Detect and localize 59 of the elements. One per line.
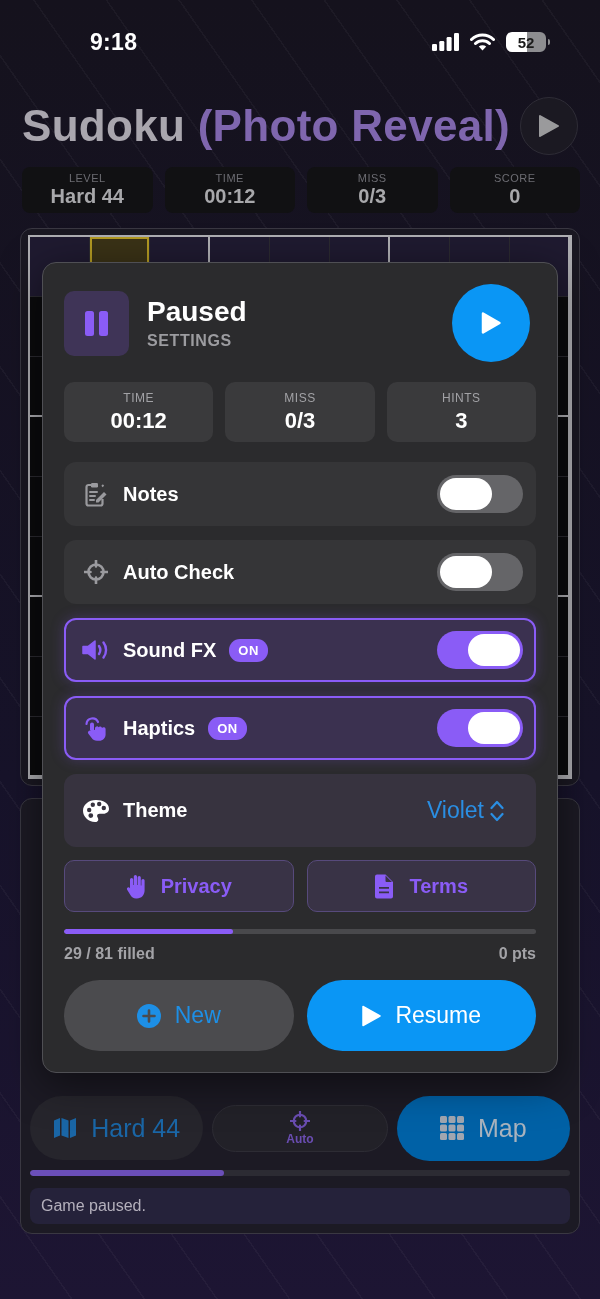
play-icon xyxy=(361,1004,382,1027)
status-message: Game paused. xyxy=(30,1188,570,1224)
document-icon xyxy=(374,873,395,899)
signal-icon xyxy=(432,33,459,51)
stat-value: 0/3 xyxy=(358,185,387,208)
toggle-switch[interactable] xyxy=(437,553,523,591)
pointing-hand-icon xyxy=(84,715,108,741)
stat-value: 0/3 xyxy=(284,407,316,434)
theme-picker[interactable]: Violet xyxy=(426,797,504,824)
status-badge: ON xyxy=(208,716,247,740)
setting-label: Notes xyxy=(123,482,179,506)
stat-value: 00:12 xyxy=(204,185,256,208)
stat-label: TIME xyxy=(123,390,154,405)
wifi-icon xyxy=(470,33,495,51)
crosshair-icon xyxy=(84,560,108,584)
setting-label: Theme xyxy=(123,799,188,822)
toggle-switch[interactable] xyxy=(437,709,523,747)
stat-label: TIME xyxy=(215,172,244,184)
stat-label: MISS xyxy=(284,390,316,405)
speaker-icon xyxy=(82,639,110,661)
pause-icon xyxy=(64,290,129,356)
link-button[interactable]: Terms xyxy=(306,860,536,912)
grid-icon xyxy=(440,1116,464,1140)
setting-label: Haptics xyxy=(123,716,196,740)
dialog-title: Paused xyxy=(147,296,247,328)
map-button[interactable]: Map xyxy=(396,1095,570,1161)
palette-icon xyxy=(82,798,110,823)
chevron-icon xyxy=(490,799,504,822)
resume-button[interactable]: Resume xyxy=(306,980,536,1051)
filled-count: 29 / 81 filled xyxy=(64,945,155,963)
level-button[interactable]: Hard 44 xyxy=(30,1096,204,1160)
stat-label: SCORE xyxy=(493,172,536,184)
stat-label: MISS xyxy=(357,172,387,184)
status-badge: ON xyxy=(229,638,268,662)
status-time: 9:18 xyxy=(90,28,138,56)
link-button[interactable]: Privacy xyxy=(64,860,294,912)
stat-value: 00:12 xyxy=(110,407,167,434)
stat-value: Hard 44 xyxy=(50,185,124,208)
clipboard-pen-icon xyxy=(85,481,107,507)
toggle-switch[interactable] xyxy=(437,631,523,669)
stat-value: 0 xyxy=(509,185,521,208)
stat-label: LEVEL xyxy=(68,172,106,184)
new-game-button[interactable]: New xyxy=(64,980,294,1051)
setting-label: Sound FX xyxy=(123,638,217,662)
stat-value: 3 xyxy=(455,407,468,434)
toggle-switch[interactable] xyxy=(437,475,523,513)
dialog-subtitle: SETTINGS xyxy=(147,332,232,350)
map-icon xyxy=(53,1117,78,1139)
auto-button[interactable]: Auto xyxy=(212,1104,388,1152)
play-icon xyxy=(538,114,560,138)
points-text: 0 pts xyxy=(498,945,536,963)
plus-circle-icon xyxy=(136,1003,161,1028)
crosshair-icon xyxy=(290,1110,310,1131)
play-icon xyxy=(480,311,502,335)
play-button[interactable] xyxy=(520,97,578,155)
app-title: Sudoku (Photo Reveal) xyxy=(22,101,510,151)
raised-hand-icon xyxy=(125,873,146,899)
stat-label: HINTS xyxy=(442,390,481,405)
setting-label: Auto Check xyxy=(123,560,235,584)
